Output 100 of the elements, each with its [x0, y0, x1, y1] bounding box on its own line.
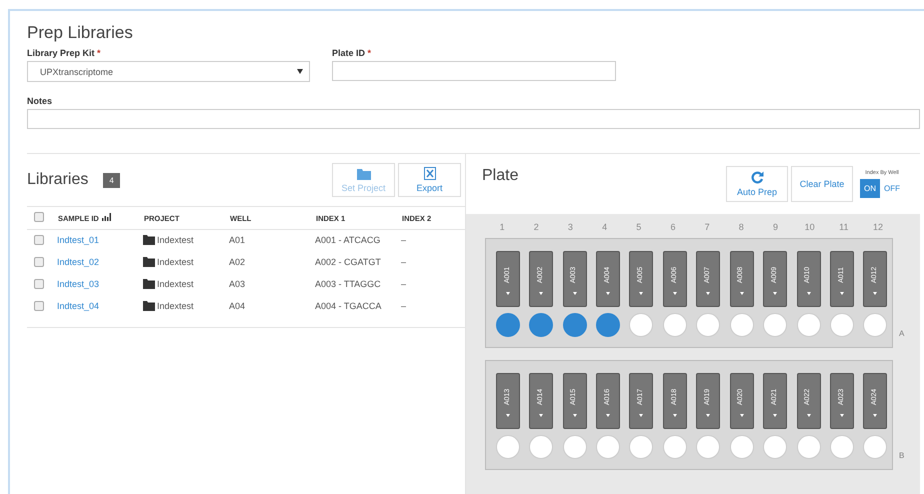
table-cell: A01	[229, 235, 246, 245]
spreadsheet-icon	[424, 167, 436, 180]
folder-icon	[143, 279, 155, 289]
table-cell: –	[401, 257, 406, 267]
sample-link[interactable]: Indtest_02	[57, 257, 100, 267]
well[interactable]	[730, 313, 754, 337]
well[interactable]	[496, 435, 520, 459]
table-cell: Indextest	[157, 257, 194, 267]
notes-field[interactable]	[27, 109, 920, 129]
table-cell: Indextest	[157, 235, 194, 245]
table-cell: A03	[229, 279, 246, 289]
caret-icon	[706, 292, 710, 294]
kit-select[interactable]: UPXtranscriptome	[27, 61, 310, 82]
caret-icon	[506, 414, 510, 416]
well[interactable]	[529, 435, 554, 459]
caret-icon	[606, 292, 610, 294]
well[interactable]	[662, 313, 687, 337]
caret-icon	[572, 292, 577, 294]
caret-icon	[773, 414, 778, 416]
section-title: Plate	[482, 167, 518, 185]
caret-icon	[773, 292, 778, 294]
row-label: B	[899, 451, 904, 460]
caret-icon	[297, 69, 303, 74]
well[interactable]	[730, 435, 754, 459]
well[interactable]	[830, 435, 854, 459]
well[interactable]	[763, 435, 788, 459]
well[interactable]	[763, 313, 788, 337]
select-all-checkbox[interactable]	[34, 212, 44, 222]
sample-link[interactable]: Indtest_01	[57, 235, 100, 245]
caret-icon	[606, 414, 610, 416]
caret-icon	[806, 292, 810, 294]
well[interactable]	[629, 313, 654, 337]
sample-link[interactable]: Indtest_04	[57, 301, 100, 311]
well[interactable]	[662, 435, 687, 459]
table-cell: A001 - ATCACG	[315, 235, 380, 245]
table-cell: A002 - CGATGT	[315, 257, 381, 267]
table-cell: –	[401, 279, 406, 289]
well[interactable]	[596, 313, 620, 337]
caret-icon	[873, 292, 878, 294]
table-cell: A003 - TTAGGC	[315, 279, 381, 289]
table-cell: –	[401, 301, 406, 311]
caret-icon	[806, 414, 810, 416]
well[interactable]	[529, 313, 554, 337]
row-checkbox[interactable]	[34, 279, 44, 289]
column-number: 9	[772, 222, 779, 232]
toolbar-button[interactable]: Auto Prep	[726, 166, 788, 202]
column-number: 3	[566, 222, 574, 232]
column-number: 7	[704, 222, 711, 232]
row-checkbox[interactable]	[34, 257, 44, 267]
well[interactable]	[796, 435, 820, 459]
column-number: 1	[498, 222, 506, 232]
caret-icon	[840, 292, 844, 294]
well[interactable]	[562, 435, 587, 459]
toolbar-button[interactable]: Export	[398, 163, 461, 197]
table-cell: A004 - TGACCA	[315, 301, 382, 311]
sort-icon[interactable]	[102, 213, 111, 221]
row-label: A	[899, 329, 904, 338]
page-title: Prep Libraries	[27, 23, 134, 43]
caret-icon	[706, 414, 710, 416]
caret-icon	[506, 292, 510, 294]
field-label: Plate ID *	[332, 48, 372, 58]
table-cell: Indextest	[157, 301, 194, 311]
plate-id-field[interactable]	[332, 61, 616, 81]
count-badge: 4	[103, 172, 120, 188]
column-number: 4	[601, 222, 608, 232]
well[interactable]	[496, 313, 520, 337]
toolbar-button[interactable]: Clear Plate	[791, 166, 853, 202]
caret-icon	[639, 292, 644, 294]
field-label: Library Prep Kit *	[27, 48, 102, 58]
well[interactable]	[629, 435, 654, 459]
caret-icon	[539, 414, 544, 416]
well[interactable]	[830, 313, 854, 337]
row-checkbox[interactable]	[34, 301, 44, 311]
well[interactable]	[596, 435, 620, 459]
sample-link[interactable]: Indtest_03	[57, 279, 100, 289]
column-number: 5	[635, 222, 642, 232]
table-cell: A02	[229, 257, 246, 267]
caret-icon	[840, 414, 844, 416]
well[interactable]	[863, 435, 888, 459]
well[interactable]	[696, 435, 720, 459]
caret-icon	[539, 292, 544, 294]
column-number: 6	[669, 222, 676, 232]
column-number: 12	[872, 222, 884, 232]
well[interactable]	[796, 313, 820, 337]
section-title: Libraries	[27, 171, 88, 189]
caret-icon	[873, 414, 878, 416]
well[interactable]	[863, 313, 888, 337]
toggle-option[interactable]: ON	[860, 179, 880, 198]
folder-icon	[143, 301, 155, 311]
table-cell: –	[401, 235, 406, 245]
folder-icon	[143, 235, 155, 245]
column-number: 10	[804, 222, 816, 232]
well[interactable]	[562, 313, 587, 337]
well[interactable]	[696, 313, 720, 337]
row-checkbox[interactable]	[34, 235, 44, 245]
folder-icon	[356, 168, 370, 180]
column-number: 2	[532, 222, 540, 232]
toggle-option[interactable]: OFF	[880, 179, 904, 198]
caret-icon	[740, 292, 744, 294]
table-cell: Indextest	[157, 279, 194, 289]
